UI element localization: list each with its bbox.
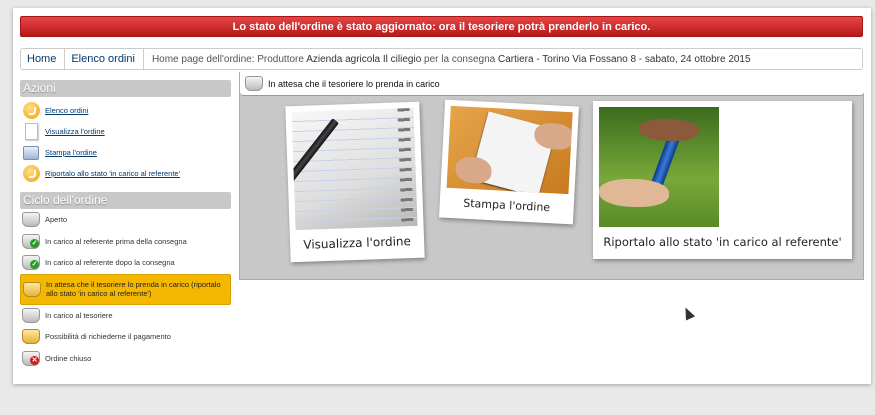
printer-icon (20, 143, 42, 163)
basket-check-icon: ✓ (20, 253, 42, 273)
cycle-step-label: Aperto (45, 215, 68, 225)
order-cycle-list: Aperto ✓ In carico al referente prima de… (20, 209, 231, 369)
basket-icon (20, 305, 42, 325)
notebook-photo (291, 107, 418, 231)
action-label[interactable]: Elenco ordini (42, 106, 88, 115)
sidebar: Azioni Elenco ordini Visualizza l'ordine… (20, 80, 231, 369)
producer-name: Azienda agricola Il ciliegio (306, 53, 422, 65)
basket-icon (20, 210, 42, 230)
action-riporta-referente[interactable]: Riportalo allo stato 'in carico al refer… (20, 163, 231, 184)
cycle-step: ✕ Ordine chiuso (20, 348, 231, 370)
basket-clock-icon (243, 73, 265, 95)
basket-coins-icon (20, 327, 42, 347)
breadcrumb-elenco-ordini[interactable]: Elenco ordini (65, 49, 144, 69)
action-visualizza-ordine[interactable]: Visualizza l'ordine (20, 121, 231, 142)
cycle-header: Ciclo dell'ordine (20, 192, 231, 209)
action-label[interactable]: Riportalo allo stato 'in carico al refer… (42, 169, 180, 178)
card-riporta-referente[interactable]: Riportalo allo stato 'in carico al refer… (593, 101, 852, 259)
breadcrumb-description: Home page dell'ordine: Produttore Aziend… (144, 54, 751, 65)
cycle-step-label: Possibilità di richiederne il pagamento (45, 332, 171, 342)
card-caption[interactable]: Riportalo allo stato 'in carico al refer… (593, 235, 852, 249)
action-label[interactable]: Visualizza l'ordine (42, 127, 105, 136)
producer-label: Produttore (257, 53, 304, 65)
cycle-step-label: In carico al referente dopo la consegna (45, 258, 175, 268)
card-caption[interactable]: Stampa l'ordine (439, 195, 573, 215)
action-elenco-ordini[interactable]: Elenco ordini (20, 100, 231, 121)
action-label[interactable]: Stampa l'ordine (42, 148, 97, 157)
action-stampa-ordine[interactable]: Stampa l'ordine (20, 142, 231, 163)
checklist-photo (446, 105, 573, 195)
arrow-circle-icon (20, 101, 42, 121)
document-icon (20, 122, 42, 142)
delivery-name: Cartiera - Torino Via Fossano 8 - sabato… (498, 53, 751, 65)
basket-clock-icon (21, 279, 43, 299)
cycle-step: In carico al tesoriere (20, 305, 231, 327)
cycle-step: ✓ In carico al referente dopo la consegn… (20, 252, 231, 274)
card-visualizza-ordine[interactable]: Visualizza l'ordine (285, 101, 425, 263)
cycle-step-label: Ordine chiuso (45, 353, 92, 363)
breadcrumb-home[interactable]: Home (21, 49, 66, 69)
cycle-step: Possibilità di richiederne il pagamento (20, 326, 231, 348)
card-caption[interactable]: Visualizza l'ordine (290, 234, 424, 253)
breadcrumb: Home Elenco ordini Home page dell'ordine… (20, 48, 863, 70)
actions-header: Azioni (20, 80, 231, 97)
status-header: In attesa che il tesoriere lo prenda in … (240, 72, 864, 96)
arrow-circle-icon (20, 164, 42, 184)
cycle-step-label: In carico al referente prima della conse… (45, 236, 187, 246)
cycle-step-label: In attesa che il tesoriere lo prenda in … (46, 280, 221, 298)
delivery-label: per la consegna (424, 53, 496, 65)
cycle-step-current: In attesa che il tesoriere lo prenda in … (20, 273, 231, 305)
cycle-step: ✓ In carico al referente prima della con… (20, 231, 231, 253)
basket-check-icon: ✓ (20, 231, 42, 251)
status-title: In attesa che il tesoriere lo prenda in … (268, 78, 440, 89)
relay-baton-photo (599, 107, 719, 227)
desc-prefix: Home page dell'ordine: (151, 53, 255, 65)
cycle-step-label: In carico al tesoriere (45, 310, 113, 320)
card-stampa-ordine[interactable]: Stampa l'ordine (439, 99, 579, 225)
order-actions-panel: In attesa che il tesoriere lo prenda in … (239, 72, 864, 280)
status-alert: Lo stato dell'ordine è stato aggiornato:… (20, 16, 863, 37)
basket-closed-icon: ✕ (20, 348, 42, 368)
cycle-step: Aperto (20, 209, 231, 231)
